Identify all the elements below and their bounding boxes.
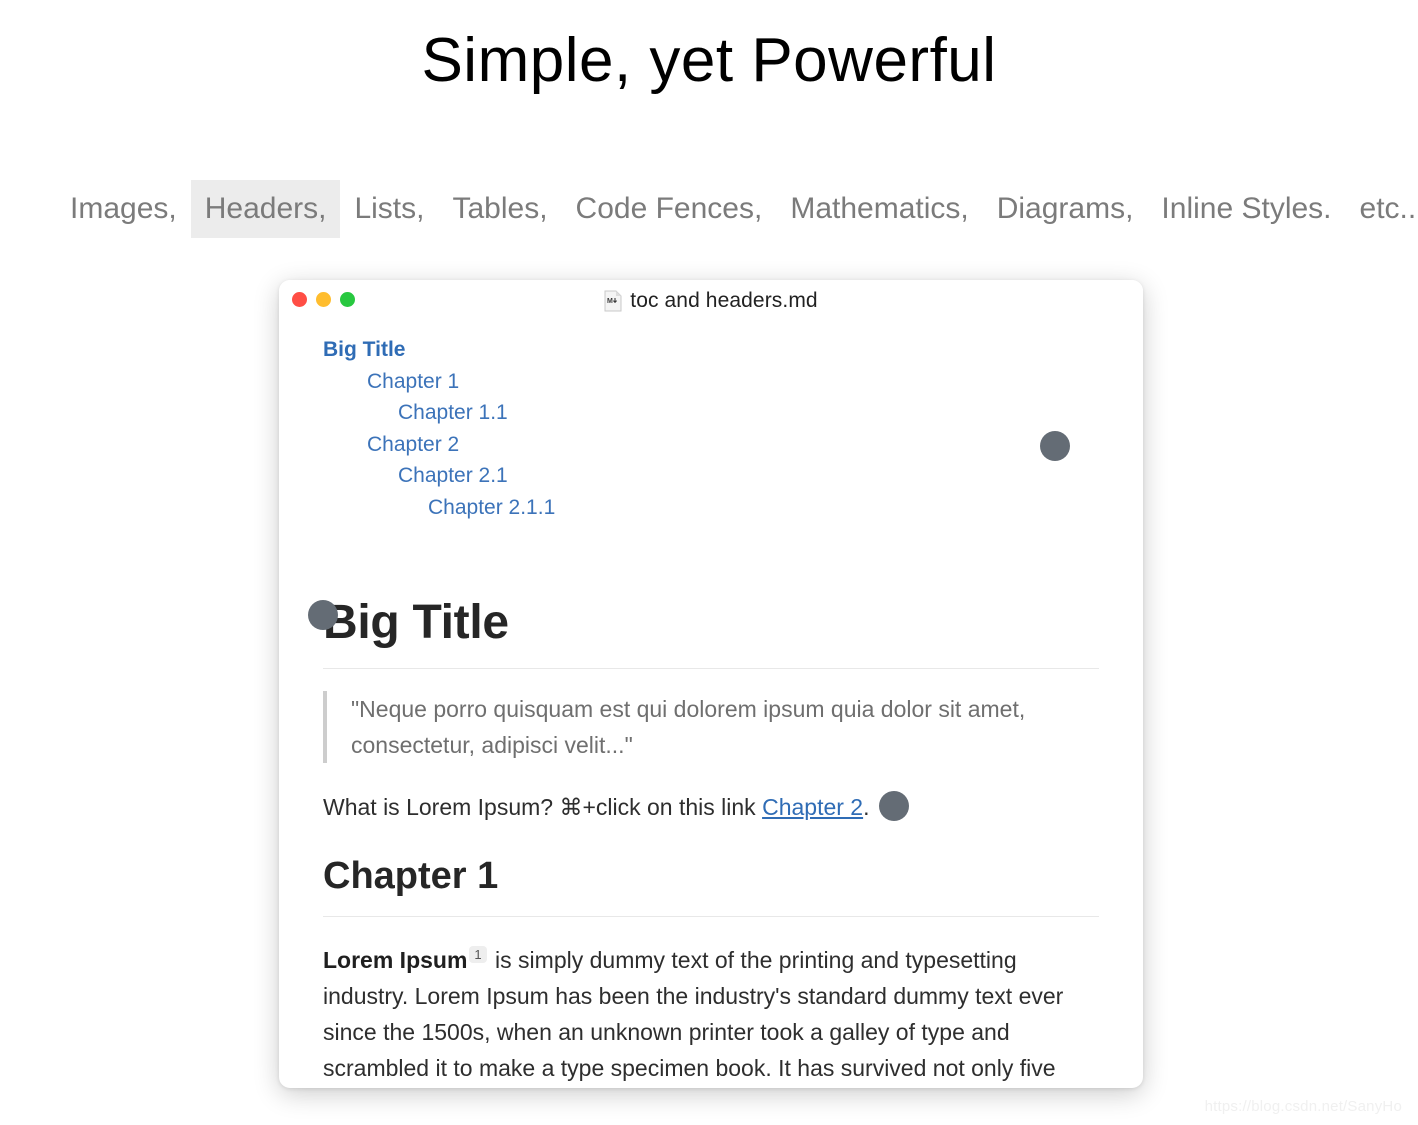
svg-text:M: M xyxy=(607,298,613,305)
feature-item-etc[interactable]: etc.. xyxy=(1346,180,1418,238)
window-titlebar: M toc and headers.md xyxy=(279,280,1143,320)
document-body: Big Title Chapter 1 Chapter 1.1 Chapter … xyxy=(279,320,1143,1086)
app-window: M toc and headers.md Big Title Chapter 1… xyxy=(279,280,1143,1088)
toc-item-chapter-2-1-1[interactable]: Chapter 2.1.1 xyxy=(428,492,1099,524)
toc-item-chapter-2-1[interactable]: Chapter 2.1 xyxy=(398,460,1099,492)
cursor-dot-heading xyxy=(308,600,338,630)
heading-rule-1 xyxy=(323,667,1099,669)
feature-item-inline-styles[interactable]: Inline Styles. xyxy=(1147,180,1345,238)
link-paragraph-after: . xyxy=(863,793,870,820)
page-title: Simple, yet Powerful xyxy=(421,26,997,95)
cursor-dot-top-right xyxy=(1040,431,1070,461)
feature-item-tables[interactable]: Tables, xyxy=(438,180,561,238)
feature-item-diagrams[interactable]: Diagrams, xyxy=(983,180,1148,238)
heading-chapter-1: Chapter 1 xyxy=(323,854,499,897)
toc-item-chapter-1[interactable]: Chapter 1 xyxy=(367,366,1099,398)
markdown-document-icon: M xyxy=(604,290,622,312)
feature-item-code-fences[interactable]: Code Fences, xyxy=(562,180,777,238)
bold-lead-text: Lorem Ipsum xyxy=(323,947,468,974)
window-title-group: M toc and headers.md xyxy=(279,289,1143,313)
toc-item-big-title[interactable]: Big Title xyxy=(323,334,1099,366)
feature-item-mathematics[interactable]: Mathematics, xyxy=(776,180,982,238)
body-paragraph: Lorem Ipsum 1 is simply dummy text of the… xyxy=(323,942,1099,1086)
heading-big-title: Big Title xyxy=(323,596,509,649)
chapter-2-link[interactable]: Chapter 2 xyxy=(762,794,863,820)
toc-item-chapter-1-1[interactable]: Chapter 1.1 xyxy=(398,397,1099,429)
feature-nav: Images, Headers, Lists, Tables, Code Fen… xyxy=(56,180,1416,238)
feature-item-headers[interactable]: Headers, xyxy=(190,180,341,238)
link-paragraph: What is Lorem Ipsum? ⌘+click on this lin… xyxy=(323,789,1099,825)
link-paragraph-before: What is Lorem Ipsum? ⌘+click on this lin… xyxy=(323,793,763,820)
footnote-reference[interactable]: 1 xyxy=(469,946,487,964)
cursor-dot-link xyxy=(879,791,909,821)
window-title: toc and headers.md xyxy=(630,289,818,312)
feature-item-lists[interactable]: Lists, xyxy=(340,180,438,238)
heading-rule-2 xyxy=(323,916,1099,918)
watermark: https://blog.csdn.net/SanyHo xyxy=(1204,1098,1402,1115)
toc-item-chapter-2[interactable]: Chapter 2 xyxy=(367,429,1099,461)
feature-item-images[interactable]: Images, xyxy=(56,180,191,238)
table-of-contents: Big Title Chapter 1 Chapter 1.1 Chapter … xyxy=(323,334,1099,523)
blockquote: "Neque porro quisquam est qui dolorem ip… xyxy=(323,690,1099,763)
